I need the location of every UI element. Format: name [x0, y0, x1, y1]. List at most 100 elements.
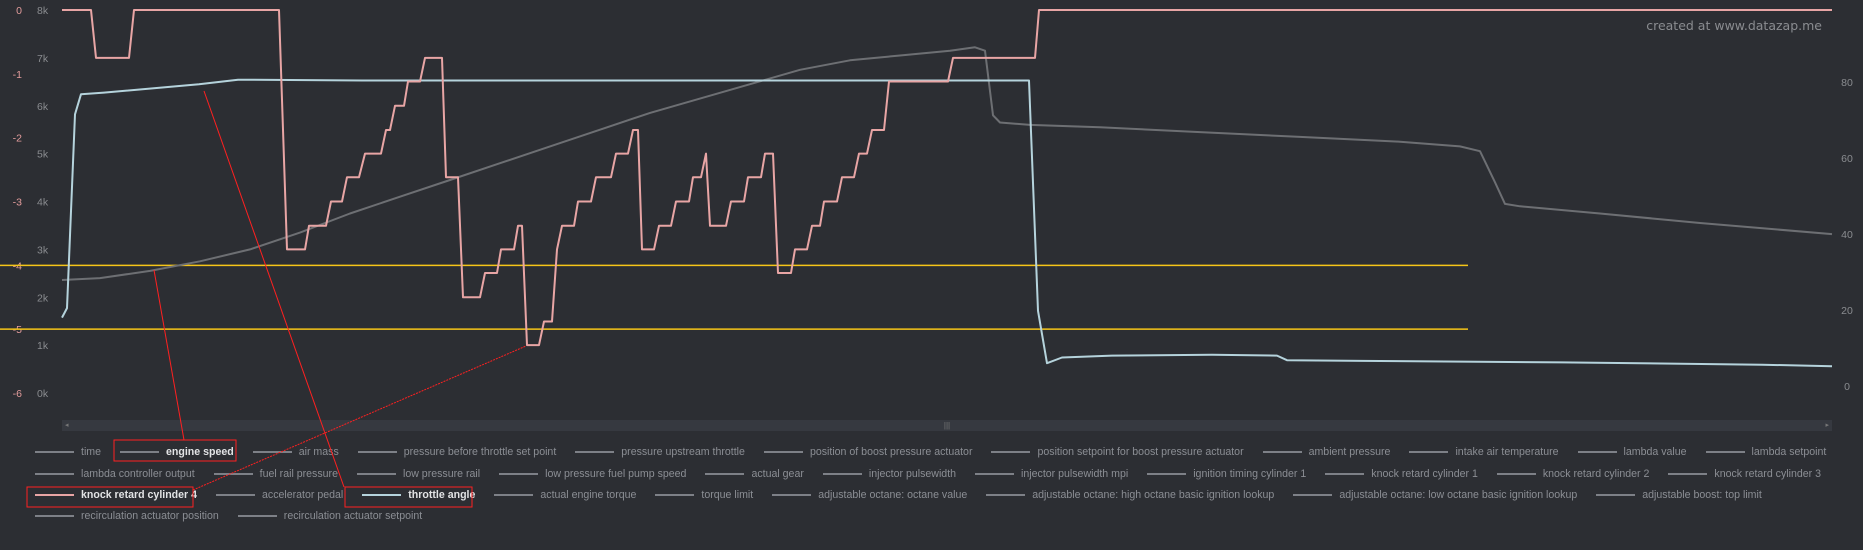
- legend-label: accelerator pedal: [262, 489, 344, 501]
- watermark: created at www.datazap.me: [1646, 18, 1822, 33]
- legend-item[interactable]: recirculation actuator setpoint: [237, 510, 422, 522]
- legend-row: lambda controller output fuel rail pressu…: [35, 468, 1821, 480]
- legend-swatch: [494, 494, 534, 496]
- legend-item[interactable]: air mass: [252, 446, 339, 458]
- legend-label: lambda controller output: [81, 468, 195, 480]
- legend-item[interactable]: lambda controller output: [35, 468, 195, 480]
- legend-swatch: [1496, 473, 1536, 475]
- right-tick-label: 40: [1841, 229, 1853, 241]
- legend-swatch: [575, 451, 615, 453]
- legend-item[interactable]: knock retard cylinder 2: [1496, 468, 1650, 480]
- legend-swatch: [213, 473, 253, 475]
- scroll-right-arrow-icon[interactable]: ▸: [1825, 420, 1829, 431]
- rpm-tick-label: 2k: [37, 292, 49, 304]
- knock-tick-label: -3: [13, 197, 22, 209]
- legend-item[interactable]: lambda setpoint: [1705, 446, 1826, 458]
- legend-swatch: [822, 473, 862, 475]
- legend-item[interactable]: injector pulsewidth mpi: [975, 468, 1128, 480]
- legend-item[interactable]: actual engine torque: [494, 489, 636, 501]
- legend-swatch: [237, 515, 277, 517]
- legend-item[interactable]: accelerator pedal: [216, 489, 343, 501]
- legend-swatch: [991, 451, 1031, 453]
- legend-label: injector pulsewidth: [868, 468, 957, 480]
- legend-item[interactable]: injector pulsewidth: [822, 468, 957, 480]
- legend-row: time engine speed air mass pressure before …: [35, 446, 1826, 458]
- legend-label: air mass: [298, 446, 339, 458]
- legend-item[interactable]: knock retard cylinder 4: [35, 489, 197, 501]
- rpm-tick-label: 0k: [37, 388, 49, 400]
- legend-label: knock retard cylinder 2: [1542, 468, 1650, 480]
- legend-item[interactable]: actual gear: [705, 468, 804, 480]
- rpm-tick-label: 6k: [37, 101, 49, 113]
- legend-item[interactable]: engine speed: [120, 446, 234, 458]
- legend-label: knock retard cylinder 4: [81, 489, 197, 501]
- legend-swatch: [1325, 473, 1365, 475]
- rpm-tick-label: 4k: [37, 197, 49, 209]
- legend-item[interactable]: intake air temperature: [1409, 446, 1559, 458]
- legend-swatch: [1262, 451, 1302, 453]
- legend-swatch: [975, 473, 1015, 475]
- legend-label: adjustable boost: top limit: [1642, 489, 1762, 501]
- legend-item[interactable]: knock retard cylinder 1: [1325, 468, 1478, 480]
- legend-swatch: [986, 494, 1026, 496]
- scroll-left-arrow-icon[interactable]: ◂: [65, 420, 69, 431]
- legend-item[interactable]: time: [35, 446, 101, 458]
- knock-tick-label: -4: [13, 260, 22, 272]
- horizontal-scrollbar[interactable]: ◂ ||| ▸: [62, 420, 1832, 431]
- rpm-tick-label: 3k: [37, 244, 49, 256]
- legend-swatch: [1577, 451, 1617, 453]
- legend-label: knock retard cylinder 1: [1371, 468, 1478, 480]
- legend-item[interactable]: torque limit: [655, 489, 753, 501]
- legend-swatch: [705, 473, 745, 475]
- legend-label: adjustable octane: low octane basic igni…: [1339, 489, 1578, 501]
- legend-item[interactable]: ignition timing cylinder 1: [1147, 468, 1306, 480]
- legend-swatch: [35, 494, 74, 496]
- legend-item[interactable]: adjustable octane: high octane basic ign…: [986, 489, 1274, 501]
- legend-label: low pressure fuel pump speed: [545, 468, 687, 480]
- legend-swatch: [216, 494, 255, 496]
- legend-item[interactable]: ambient pressure: [1262, 446, 1390, 458]
- legend-label: position setpoint for boost pressure act…: [1037, 446, 1244, 458]
- legend-swatch: [499, 473, 539, 475]
- right-axis: 80 60 40 20 0: [1841, 77, 1853, 393]
- rpm-axis: 8k 7k 6k 5k 4k 3k 2k 1k 0k: [37, 5, 49, 400]
- legend-item[interactable]: lambda value: [1577, 446, 1687, 458]
- legend-item[interactable]: pressure upstream throttle: [575, 446, 745, 458]
- legend-item[interactable]: adjustable boost: top limit: [1596, 489, 1762, 501]
- legend-item[interactable]: low pressure rail: [356, 468, 481, 480]
- rpm-tick-label: 5k: [37, 149, 49, 161]
- series-knock-retard-cylinder-4: [62, 9, 1832, 347]
- legend-swatch: [1668, 473, 1708, 475]
- legend-item[interactable]: position setpoint for boost pressure act…: [991, 446, 1244, 458]
- legend-item[interactable]: adjustable octane: low octane basic igni…: [1293, 489, 1577, 501]
- legend-swatch: [362, 494, 402, 496]
- legend-item[interactable]: position of boost pressure actuator: [763, 446, 973, 458]
- legend-item[interactable]: throttle angle: [362, 489, 475, 501]
- legend-label: low pressure rail: [402, 468, 481, 480]
- legend-label: fuel rail pressure: [259, 468, 338, 480]
- legend-item[interactable]: recirculation actuator position: [35, 510, 219, 522]
- legend-item[interactable]: pressure before throttle set point: [357, 446, 556, 458]
- right-tick-label: 20: [1841, 305, 1853, 317]
- knock-tick-label: -6: [13, 388, 22, 400]
- knock-axis: 0 -1 -2 -3 -4 -5 -6: [13, 5, 23, 400]
- legend-label: intake air temperature: [1455, 446, 1559, 458]
- legend-row: knock retard cylinder 4 accelerator pedal…: [35, 489, 1762, 501]
- legend-label: knock retard cylinder 3: [1714, 468, 1821, 480]
- legend-label: recirculation actuator position: [81, 510, 219, 522]
- legend-label: position of boost pressure actuator: [809, 446, 973, 458]
- legend-swatch: [1705, 451, 1745, 453]
- legend-item[interactable]: low pressure fuel pump speed: [499, 468, 686, 480]
- legend-item[interactable]: knock retard cylinder 3: [1668, 468, 1821, 480]
- legend-label: throttle angle: [408, 489, 476, 501]
- scroll-grip[interactable]: |||: [944, 421, 950, 430]
- legend-row: recirculation actuator position recircula…: [35, 510, 422, 522]
- legend-swatch: [252, 451, 292, 453]
- legend-label: injector pulsewidth mpi: [1021, 468, 1129, 480]
- legend-item[interactable]: adjustable octane: octane value: [772, 489, 967, 501]
- legend-item[interactable]: fuel rail pressure: [213, 468, 338, 480]
- legend-label: actual engine torque: [540, 489, 637, 501]
- rpm-tick-label: 7k: [37, 53, 49, 65]
- legend-swatch: [35, 473, 74, 475]
- legend-swatch: [120, 451, 160, 453]
